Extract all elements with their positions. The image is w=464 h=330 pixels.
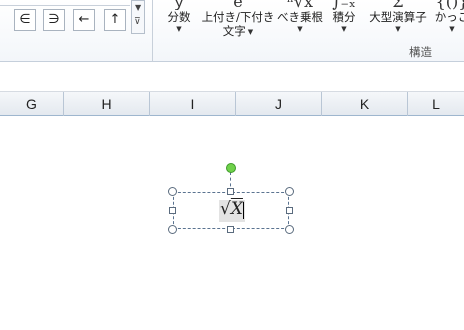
symbol-contains[interactable]: ∋ bbox=[43, 9, 65, 31]
integral-label: 積分 bbox=[332, 10, 356, 24]
chevron-down-icon: ▼ bbox=[449, 25, 455, 33]
formula-bar-area bbox=[0, 62, 464, 92]
symbol-left-arrow[interactable]: ← bbox=[73, 9, 95, 31]
resize-handle-top-right[interactable] bbox=[285, 187, 294, 196]
column-header-j[interactable]: J bbox=[236, 92, 322, 116]
integral-icon: ∫₋ₓ bbox=[332, 0, 356, 10]
large-operator-label: 大型演算子 bbox=[369, 10, 427, 24]
gallery-more-icon[interactable]: ⊽ bbox=[134, 17, 141, 27]
large-operator-icon: Σ bbox=[392, 0, 404, 10]
symbol-gallery: ∈ ∋ ← ↑ ▼ ⊽ bbox=[0, 0, 150, 40]
fraction-label: 分数 bbox=[167, 10, 191, 24]
script-button[interactable]: e 上付き/下付き 文字 ▼ bbox=[200, 0, 276, 42]
column-headers: G H I J K L bbox=[0, 92, 464, 116]
resize-handle-left[interactable] bbox=[169, 207, 176, 214]
radical-icon: ⁿ√x bbox=[286, 0, 314, 10]
resize-handle-top-left[interactable] bbox=[168, 187, 177, 196]
radical-button[interactable]: ⁿ√x べき乗根 ▼ bbox=[276, 0, 324, 42]
chevron-down-icon: ▼ bbox=[247, 27, 254, 36]
integral-button[interactable]: ∫₋ₓ 積分 ▼ bbox=[329, 0, 359, 42]
chevron-down-icon: ▼ bbox=[395, 25, 401, 33]
ribbon-group-separator bbox=[152, 0, 153, 62]
radical-label: べき乗根 bbox=[277, 10, 323, 24]
rotation-handle[interactable] bbox=[226, 163, 236, 173]
script-icon: e bbox=[233, 0, 243, 10]
resize-handle-bottom-right[interactable] bbox=[285, 225, 294, 234]
column-header-g[interactable]: G bbox=[0, 92, 64, 116]
bracket-icon: {()} bbox=[435, 0, 464, 10]
column-header-k[interactable]: K bbox=[322, 92, 408, 116]
structure-group-label: 構造 bbox=[409, 45, 432, 59]
chevron-down-icon: ▼ bbox=[176, 25, 182, 33]
equation-variable: X bbox=[230, 199, 243, 219]
resize-handle-bottom-left[interactable] bbox=[168, 225, 177, 234]
column-header-h[interactable]: H bbox=[64, 92, 150, 116]
script-label-line2: 文字 bbox=[222, 24, 246, 38]
text-cursor bbox=[243, 202, 244, 219]
script-label-line1: 上付き/下付き bbox=[201, 10, 275, 24]
fraction-icon: ｙ bbox=[170, 0, 187, 10]
resize-handle-right[interactable] bbox=[286, 207, 293, 214]
bracket-button[interactable]: {()} かっこ ▼ bbox=[434, 0, 464, 42]
fraction-button[interactable]: ｙ 分数 ▼ bbox=[162, 0, 196, 42]
symbol-gallery-top-row bbox=[0, 0, 130, 6]
equation-text[interactable]: √X bbox=[220, 199, 243, 219]
bracket-label: かっこ bbox=[434, 10, 464, 24]
resize-handle-top[interactable] bbox=[227, 188, 234, 195]
radical-sign: √ bbox=[220, 199, 231, 219]
scroll-down-icon[interactable]: ▼ bbox=[135, 3, 141, 12]
column-header-i[interactable]: I bbox=[150, 92, 236, 116]
column-header-l[interactable]: L bbox=[408, 92, 464, 116]
chevron-down-icon: ▼ bbox=[297, 25, 303, 33]
large-operator-button[interactable]: Σ 大型演算子 ▼ bbox=[367, 0, 429, 42]
ribbon: ∈ ∋ ← ↑ ▼ ⊽ ｙ 分数 ▼ e 上付き/下付き 文字 ▼ ⁿ√x べき乗… bbox=[0, 0, 464, 62]
symbol-gallery-scroll[interactable]: ▼ ⊽ bbox=[131, 0, 145, 34]
symbol-element-of[interactable]: ∈ bbox=[14, 9, 36, 31]
resize-handle-bottom[interactable] bbox=[227, 226, 234, 233]
chevron-down-icon: ▼ bbox=[341, 25, 347, 33]
symbol-up-arrow[interactable]: ↑ bbox=[104, 9, 126, 31]
excel-window: ∈ ∋ ← ↑ ▼ ⊽ ｙ 分数 ▼ e 上付き/下付き 文字 ▼ ⁿ√x べき乗… bbox=[0, 0, 464, 330]
